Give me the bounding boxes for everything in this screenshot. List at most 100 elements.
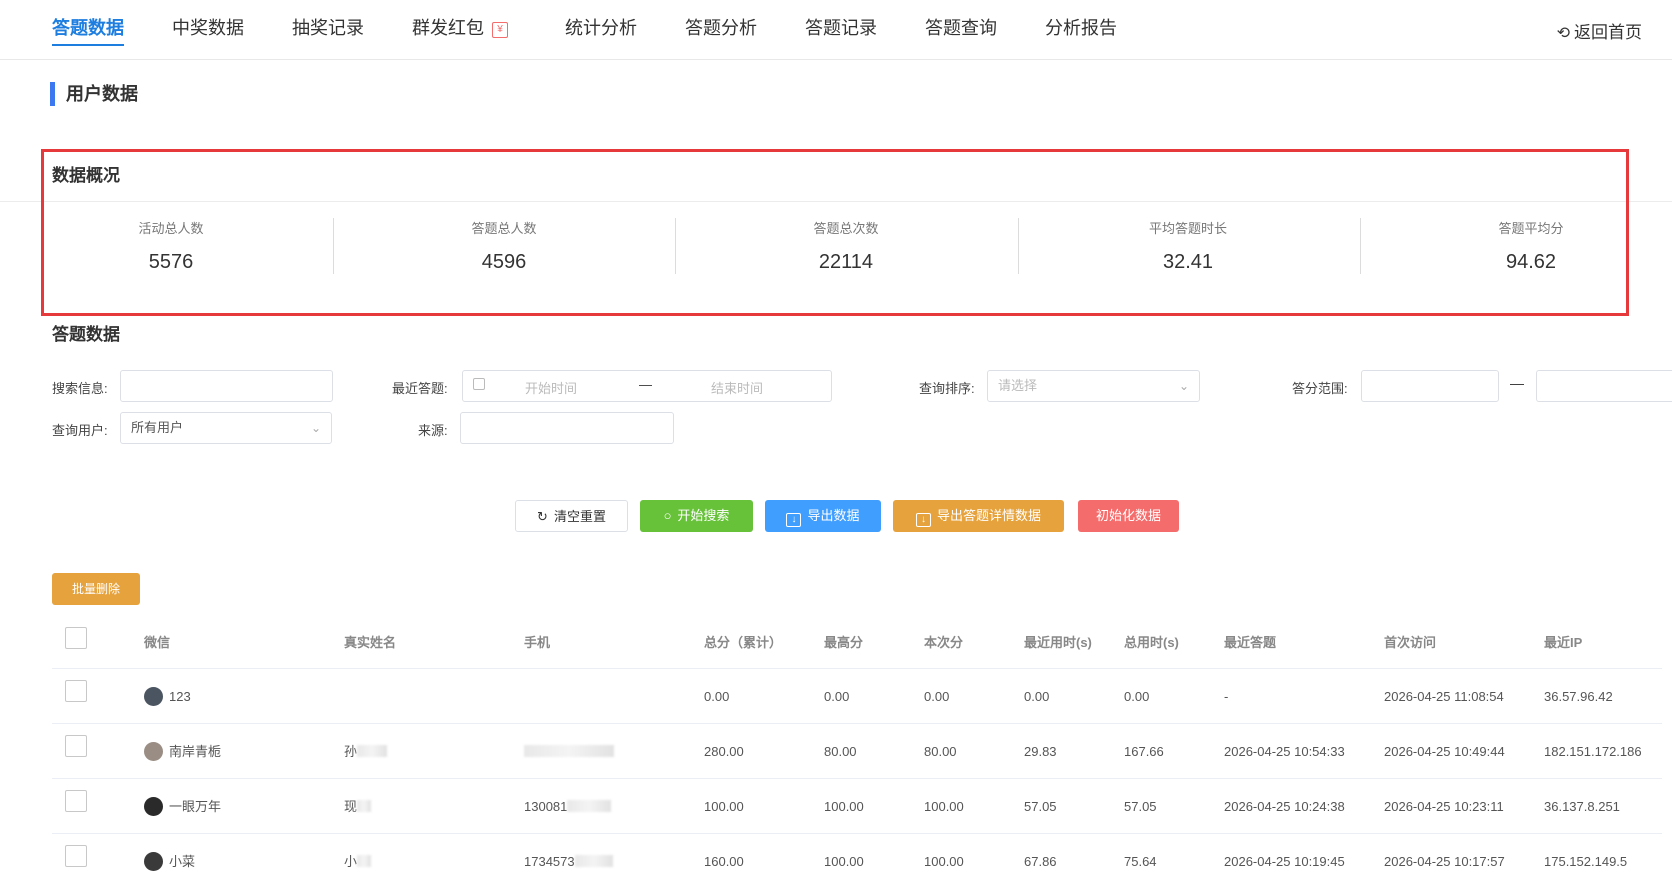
recent-time-cell: 0.00 — [1024, 689, 1050, 704]
row-checkbox[interactable] — [65, 845, 87, 867]
score-max-input[interactable] — [1536, 370, 1672, 402]
redaction-blur — [357, 800, 372, 812]
score-min-input[interactable] — [1361, 370, 1499, 402]
current-score-cell: 0.00 — [924, 689, 950, 704]
search-input[interactable] — [120, 370, 333, 402]
redpacket-icon: ¥ — [492, 22, 508, 38]
recent-answer-cell: 2026-04-25 10:24:38 — [1224, 799, 1345, 814]
refresh-icon: ↻ — [537, 509, 548, 524]
max-score-cell: 100.00 — [824, 854, 864, 869]
redaction-blur — [357, 745, 388, 757]
wechat-cell: 南岸青栀 — [144, 724, 221, 779]
table-row: 123 0.00 0.00 0.00 0.00 0.00 - 2026-04-2… — [52, 669, 1662, 724]
tab-group-redpacket[interactable]: 群发红包 ¥ — [412, 14, 508, 40]
recent-answer-cell: 2026-04-25 10:54:33 — [1224, 744, 1345, 759]
col-total-time[interactable]: 总用时(s) — [1124, 617, 1179, 669]
tab-lottery-record[interactable]: 抽奖记录 — [292, 14, 364, 40]
init-data-button[interactable]: 初始化数据 — [1078, 500, 1179, 532]
avatar — [144, 687, 163, 706]
tab-analysis-report[interactable]: 分析报告 — [1045, 14, 1117, 40]
wechat-name: 123 — [169, 689, 191, 704]
start-time-placeholder: 开始时间 — [525, 381, 578, 396]
phone-text: 1734573 — [524, 854, 575, 869]
col-max-score[interactable]: 最高分 — [824, 617, 863, 669]
current-score-cell: 80.00 — [924, 744, 957, 759]
redaction-blur — [567, 800, 612, 812]
col-recent-answer[interactable]: 最近答题 — [1224, 617, 1276, 669]
download-icon: ↓ — [915, 513, 931, 527]
wechat-cell: 小菜 — [144, 834, 195, 887]
total-score-cell: 0.00 — [704, 689, 730, 704]
tab-answer-record[interactable]: 答题记录 — [805, 14, 877, 40]
source-label: 来源: — [418, 423, 448, 438]
search-label: 搜索信息: — [52, 381, 108, 396]
date-range-picker[interactable]: 开始时间 — 结束时间 — [462, 370, 832, 402]
wechat-cell: 123 — [144, 669, 191, 724]
avatar — [144, 797, 163, 816]
col-current-score[interactable]: 本次分 — [924, 617, 963, 669]
table-row: 小菜 小 1734573 160.00 100.00 100.00 67.86 … — [52, 834, 1662, 887]
tab-answer-data[interactable]: 答题数据 — [52, 14, 124, 46]
calendar-icon — [473, 378, 485, 390]
sort-select[interactable]: 请选择 ⌄ — [987, 370, 1200, 402]
score-range-dash: — — [1510, 375, 1524, 391]
row-checkbox[interactable] — [65, 735, 87, 757]
phone-cell — [524, 724, 614, 779]
row-checkbox[interactable] — [65, 790, 87, 812]
chevron-down-icon: ⌄ — [310, 421, 321, 435]
col-recent-time[interactable]: 最近用时(s) — [1024, 617, 1092, 669]
max-score-cell: 100.00 — [824, 799, 864, 814]
max-score-cell: 80.00 — [824, 744, 857, 759]
real-name-cell: 小 — [344, 834, 372, 887]
total-time-cell: 167.66 — [1124, 744, 1164, 759]
recent-ip-cell: 36.57.96.42 — [1544, 689, 1613, 704]
recent-answer-label: 最近答题: — [392, 381, 448, 396]
recent-answer-cell: - — [1224, 689, 1229, 704]
user-select[interactable]: 所有用户 ⌄ — [120, 412, 332, 444]
wechat-cell: 一眼万年 — [144, 779, 221, 834]
row-checkbox[interactable] — [65, 680, 87, 702]
select-all-checkbox[interactable] — [65, 627, 87, 649]
total-score-cell: 100.00 — [704, 799, 744, 814]
total-score-cell: 280.00 — [704, 744, 744, 759]
reset-button-label: 清空重置 — [553, 509, 606, 524]
recent-answer-cell: 2026-04-25 10:19:45 — [1224, 854, 1345, 869]
top-nav: 答题数据 中奖数据 抽奖记录 群发红包 ¥ 统计分析 答题分析 答题记录 答题查询… — [0, 0, 1672, 60]
col-first-visit[interactable]: 首次访问 — [1384, 617, 1436, 669]
real-name-text: 现 — [344, 799, 358, 814]
table-row: 南岸青栀 孙 280.00 80.00 80.00 29.83 167.66 2… — [52, 724, 1662, 779]
wechat-name: 南岸青栀 — [169, 744, 222, 759]
export-detail-button[interactable]: ↓ 导出答题详情数据 — [893, 500, 1064, 532]
col-total-score[interactable]: 总分（累计） — [704, 617, 782, 669]
user-select-value: 所有用户 — [131, 420, 184, 435]
col-recent-ip[interactable]: 最近IP — [1544, 617, 1582, 669]
tab-answer-query[interactable]: 答题查询 — [925, 14, 997, 40]
col-wechat[interactable]: 微信 — [144, 617, 170, 669]
real-name-cell: 现 — [344, 779, 372, 834]
real-name-text: 孙 — [344, 744, 358, 759]
user-filter-label: 查询用户: — [52, 423, 108, 438]
answer-data-title: 答题数据 — [52, 325, 120, 344]
search-button[interactable]: ○ 开始搜索 — [640, 500, 753, 532]
return-icon: ⟲ — [1556, 25, 1570, 42]
return-home-label: 返回首页 — [1574, 23, 1642, 42]
col-real-name[interactable]: 真实姓名 — [344, 617, 396, 669]
col-phone[interactable]: 手机 — [524, 617, 550, 669]
real-name-cell: 孙 — [344, 724, 388, 779]
source-input[interactable] — [460, 412, 674, 444]
redaction-blur — [357, 855, 372, 867]
return-home-link[interactable]: ⟲ 返回首页 — [1557, 18, 1642, 43]
wechat-name: 小菜 — [169, 854, 196, 869]
sort-placeholder: 请选择 — [998, 378, 1038, 393]
export-button[interactable]: ↓ 导出数据 — [765, 500, 881, 532]
phone-text: 130081 — [524, 799, 568, 814]
reset-button[interactable]: ↻ 清空重置 — [515, 500, 628, 532]
tab-statistics[interactable]: 统计分析 — [565, 14, 637, 40]
tab-answer-analysis[interactable]: 答题分析 — [685, 14, 757, 40]
sort-label: 查询排序: — [919, 381, 975, 396]
tab-prize-data[interactable]: 中奖数据 — [172, 14, 244, 40]
redaction-blur — [524, 745, 614, 757]
score-range-label: 答分范围: — [1292, 381, 1348, 396]
current-score-cell: 100.00 — [924, 799, 964, 814]
batch-delete-button[interactable]: 批量删除 — [52, 573, 140, 605]
